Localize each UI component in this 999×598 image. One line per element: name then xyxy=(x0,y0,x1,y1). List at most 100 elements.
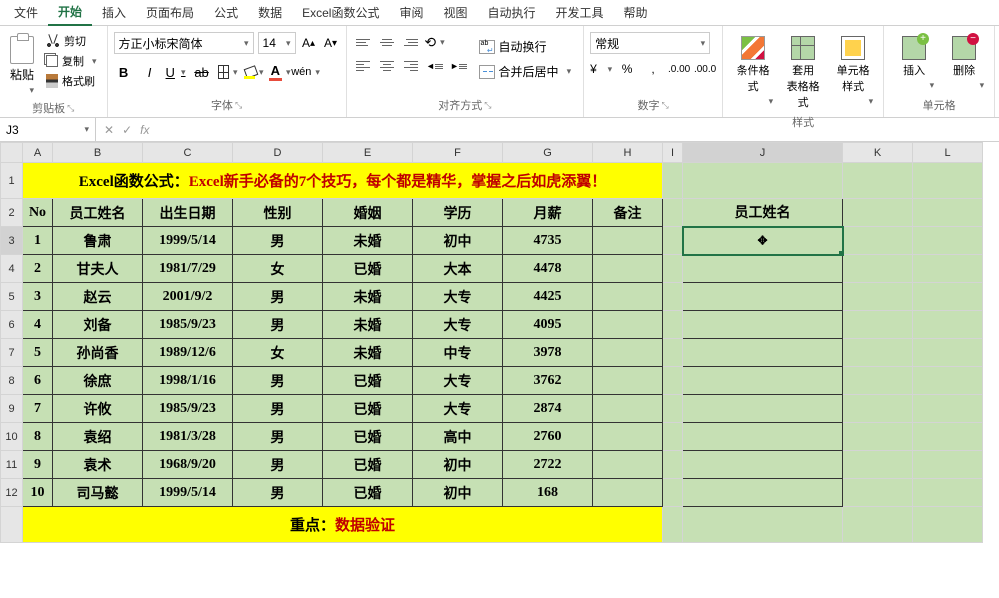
cell-A11[interactable]: 9 xyxy=(23,451,53,479)
tab-dev[interactable]: 开发工具 xyxy=(546,0,614,25)
cell-A5[interactable]: 3 xyxy=(23,283,53,311)
cell-F5[interactable]: 大专 xyxy=(413,283,503,311)
col-header-I[interactable]: I xyxy=(663,143,683,163)
hdr-name[interactable]: 员工姓名 xyxy=(53,199,143,227)
col-header-F[interactable]: F xyxy=(413,143,503,163)
cell-G11[interactable]: 2722 xyxy=(503,451,593,479)
cell-G7[interactable]: 3978 xyxy=(503,339,593,367)
cell-I6[interactable] xyxy=(663,311,683,339)
phonetic-button[interactable]: wén▾ xyxy=(296,62,316,82)
col-header-H[interactable]: H xyxy=(593,143,663,163)
cell-H11[interactable] xyxy=(593,451,663,479)
cell-B7[interactable]: 孙尚香 xyxy=(53,339,143,367)
cell-E4[interactable]: 已婚 xyxy=(323,255,413,283)
cell-J12[interactable] xyxy=(683,479,843,507)
cell-C9[interactable]: 1985/9/23 xyxy=(143,395,233,423)
hdr-gender[interactable]: 性别 xyxy=(233,199,323,227)
cell-C7[interactable]: 1989/12/6 xyxy=(143,339,233,367)
cell-D12[interactable]: 男 xyxy=(233,479,323,507)
title-cell[interactable]: Excel函数公式：Excel新手必备的7个技巧，每个都是精华，掌握之后如虎添翼… xyxy=(23,163,663,199)
cell-L13[interactable] xyxy=(913,507,983,543)
cell-A8[interactable]: 6 xyxy=(23,367,53,395)
align-center-button[interactable] xyxy=(377,56,397,76)
cell-K9[interactable] xyxy=(843,395,913,423)
delete-cells-button[interactable]: 删除▾ xyxy=(940,32,988,95)
cell-J8[interactable] xyxy=(683,367,843,395)
italic-button[interactable]: I xyxy=(140,62,160,82)
cell-J10[interactable] xyxy=(683,423,843,451)
cell-E9[interactable]: 已婚 xyxy=(323,395,413,423)
hdr-note[interactable]: 备注 xyxy=(593,199,663,227)
select-all-corner[interactable] xyxy=(1,143,23,163)
cell-D7[interactable]: 女 xyxy=(233,339,323,367)
cell-B12[interactable]: 司马懿 xyxy=(53,479,143,507)
cell-I1[interactable] xyxy=(663,163,683,199)
cell-H5[interactable] xyxy=(593,283,663,311)
tab-view[interactable]: 视图 xyxy=(433,0,477,25)
cell-E6[interactable]: 未婚 xyxy=(323,311,413,339)
cell-K1[interactable] xyxy=(843,163,913,199)
tab-formula[interactable]: 公式 xyxy=(204,0,248,25)
cell-G10[interactable]: 2760 xyxy=(503,423,593,451)
hdr-no[interactable]: No xyxy=(23,199,53,227)
row-header-9[interactable]: 9 xyxy=(1,395,23,423)
align-right-button[interactable] xyxy=(401,56,421,76)
cell-D4[interactable]: 女 xyxy=(233,255,323,283)
align-top-button[interactable] xyxy=(353,32,373,52)
cell-H8[interactable] xyxy=(593,367,663,395)
row-header-13[interactable] xyxy=(1,507,23,543)
cell-A12[interactable]: 10 xyxy=(23,479,53,507)
row-header-1[interactable]: 1 xyxy=(1,163,23,199)
align-left-button[interactable] xyxy=(353,56,373,76)
dialog-launcher-icon[interactable]: ⤡ xyxy=(67,103,74,114)
wrap-text-button[interactable]: 自动换行 xyxy=(477,36,574,57)
row-header-8[interactable]: 8 xyxy=(1,367,23,395)
cell-C4[interactable]: 1981/7/29 xyxy=(143,255,233,283)
cell-K2[interactable] xyxy=(843,199,913,227)
cell-J7[interactable] xyxy=(683,339,843,367)
tab-file[interactable]: 文件 xyxy=(4,0,48,25)
cell-G6[interactable]: 4095 xyxy=(503,311,593,339)
cell-L10[interactable] xyxy=(913,423,983,451)
paste-button[interactable]: 粘贴 ▾ xyxy=(6,32,38,100)
bold-button[interactable]: B xyxy=(114,62,134,82)
cell-F3[interactable]: 初中 xyxy=(413,227,503,255)
cell-A3[interactable]: 1 xyxy=(23,227,53,255)
cell-D5[interactable]: 男 xyxy=(233,283,323,311)
comma-button[interactable]: , xyxy=(642,58,664,80)
cell-B4[interactable]: 甘夫人 xyxy=(53,255,143,283)
tab-auto[interactable]: 自动执行 xyxy=(477,0,545,25)
cell-I4[interactable] xyxy=(663,255,683,283)
cell-E3[interactable]: 未婚 xyxy=(323,227,413,255)
cell-F8[interactable]: 大专 xyxy=(413,367,503,395)
cell-K3[interactable] xyxy=(843,227,913,255)
cell-K4[interactable] xyxy=(843,255,913,283)
cell-C6[interactable]: 1985/9/23 xyxy=(143,311,233,339)
cell-J11[interactable] xyxy=(683,451,843,479)
col-header-E[interactable]: E xyxy=(323,143,413,163)
cell-B8[interactable]: 徐庶 xyxy=(53,367,143,395)
col-header-K[interactable]: K xyxy=(843,143,913,163)
tab-layout[interactable]: 页面布局 xyxy=(136,0,204,25)
cell-H3[interactable] xyxy=(593,227,663,255)
cell-K8[interactable] xyxy=(843,367,913,395)
row-header-5[interactable]: 5 xyxy=(1,283,23,311)
cell-H12[interactable] xyxy=(593,479,663,507)
cell-J9[interactable] xyxy=(683,395,843,423)
dialog-launcher-icon[interactable]: ⤡ xyxy=(235,100,242,111)
cell-H6[interactable] xyxy=(593,311,663,339)
fx-icon[interactable]: fx xyxy=(140,123,149,137)
insert-cells-button[interactable]: 插入▾ xyxy=(890,32,938,95)
cell-J5[interactable] xyxy=(683,283,843,311)
cell-I2[interactable] xyxy=(663,199,683,227)
cell-G8[interactable]: 3762 xyxy=(503,367,593,395)
col-header-D[interactable]: D xyxy=(233,143,323,163)
increase-font-button[interactable]: A▴ xyxy=(300,34,318,52)
row-header-6[interactable]: 6 xyxy=(1,311,23,339)
cell-F9[interactable]: 大专 xyxy=(413,395,503,423)
increase-decimal-button[interactable]: .0.00 xyxy=(668,58,690,80)
cell-B3[interactable]: 鲁肃 xyxy=(53,227,143,255)
format-painter-button[interactable]: 格式刷 xyxy=(42,72,101,90)
row-header-7[interactable]: 7 xyxy=(1,339,23,367)
cell-L8[interactable] xyxy=(913,367,983,395)
